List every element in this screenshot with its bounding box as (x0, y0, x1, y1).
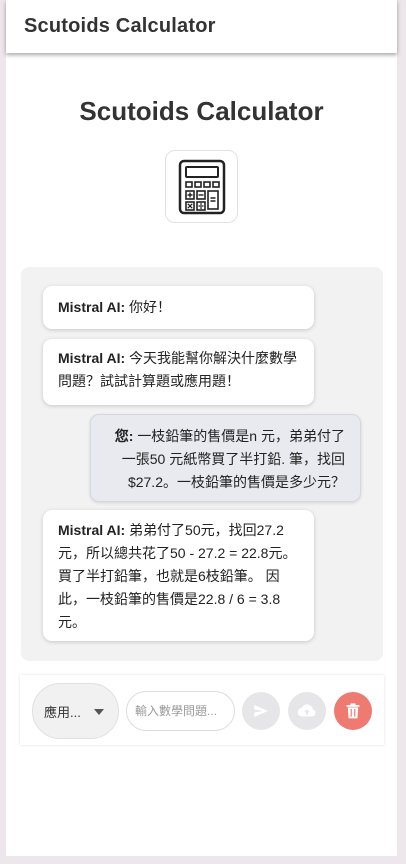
page: Scutoids Calculator Scutoids Calculator (6, 0, 397, 856)
message-sender: Mistral AI: (58, 299, 126, 315)
app-bar: Scutoids Calculator (6, 0, 397, 53)
send-button[interactable] (242, 692, 280, 730)
app-bar-title: Scutoids Calculator (24, 15, 216, 37)
assistant-message: Mistral AI: 你好！ (43, 286, 314, 329)
message-text: 你好！ (129, 299, 172, 315)
chat-panel[interactable]: Mistral AI: 你好！ Mistral AI: 今天我能幫你解決什麼數學… (21, 267, 383, 661)
trash-icon (346, 703, 360, 719)
assistant-message: Mistral AI: 今天我能幫你解決什麼數學問題？試試計算題或應用題！ (43, 339, 314, 405)
message-sender: Mistral AI: (58, 522, 126, 538)
calculator-icon (178, 159, 225, 214)
input-bar: 應用... (20, 675, 384, 745)
page-title: Scutoids Calculator (79, 96, 324, 126)
question-input[interactable] (126, 691, 235, 731)
assistant-message: Mistral AI: 弟弟付了50元，找回27.2元，所以總共花了50 - 2… (43, 510, 314, 641)
message-sender: Mistral AI: (58, 350, 126, 366)
cloud-upload-icon (297, 704, 316, 717)
chevron-down-icon (94, 709, 104, 715)
message-sender: 您: (114, 428, 134, 444)
send-icon (254, 705, 268, 717)
upload-button[interactable] (288, 692, 326, 730)
mode-select[interactable]: 應用... (32, 683, 119, 739)
message-text: 一枝鉛筆的售價是n 元，弟弟付了一張50 元紙幣買了半打鉛. 筆，找回$27.2… (121, 428, 345, 490)
message-text: 弟弟付了50元，找回27.2元，所以總共花了50 - 27.2 = 22.8元。… (58, 522, 297, 630)
mode-select-value: 應用... (44, 704, 81, 720)
calculator-logo (165, 150, 238, 223)
user-message: 您: 一枝鉛筆的售價是n 元，弟弟付了一張50 元紙幣買了半打鉛. 筆，找回$2… (90, 414, 361, 502)
delete-button[interactable] (334, 692, 372, 730)
